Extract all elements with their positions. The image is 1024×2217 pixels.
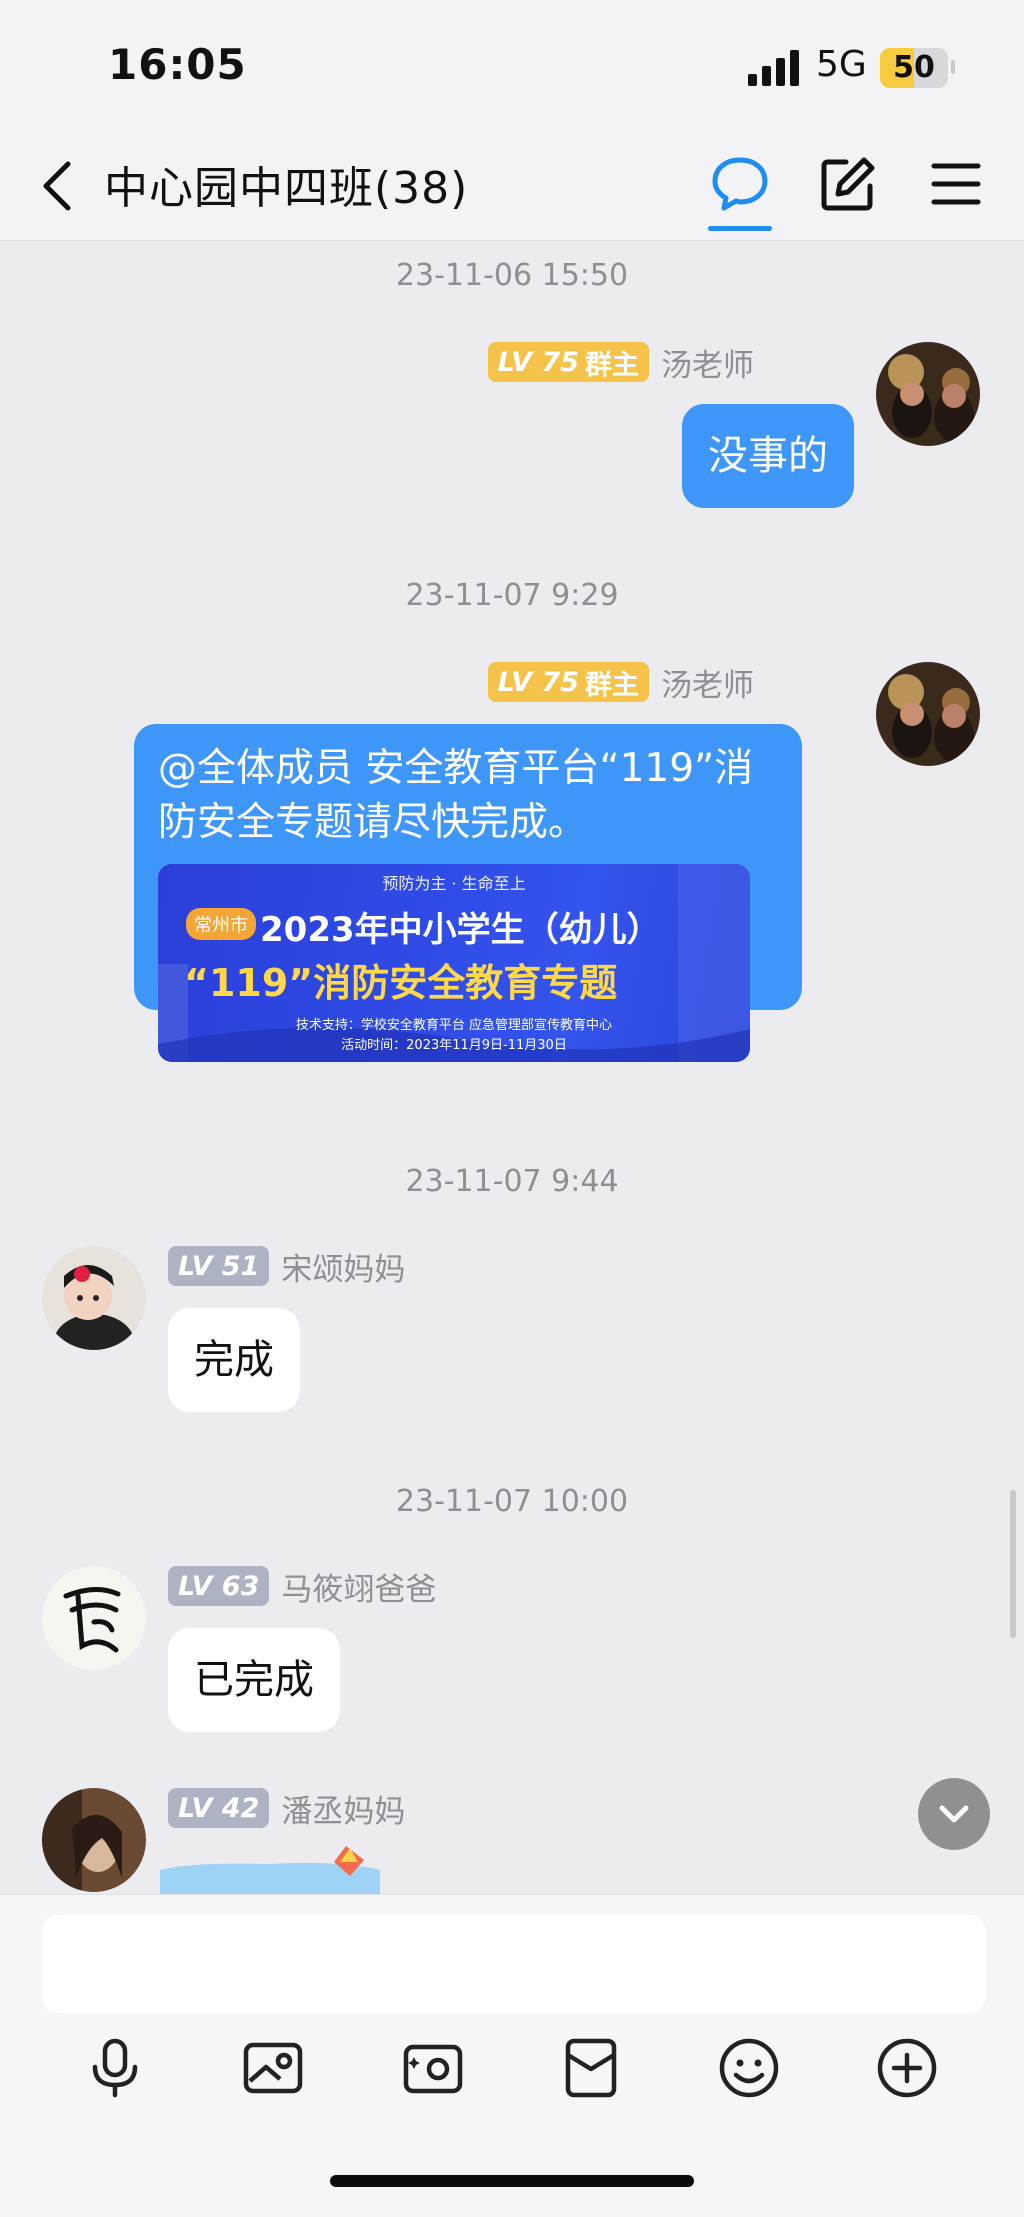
avatar[interactable] (42, 1246, 146, 1350)
home-indicator[interactable] (330, 2175, 694, 2187)
edit-icon[interactable] (816, 152, 880, 216)
level-badge: LV 51 (168, 1246, 270, 1286)
level-text: LV 42 (178, 1792, 260, 1824)
microphone-icon[interactable] (82, 2035, 148, 2101)
avatar[interactable] (876, 662, 980, 766)
sticker-image[interactable] (150, 1840, 390, 1894)
level-text: LV 75 (497, 346, 579, 378)
avatar[interactable] (42, 1788, 146, 1892)
emoji-icon[interactable] (716, 2035, 782, 2101)
scroll-to-bottom-button[interactable] (918, 1778, 990, 1850)
banner-subtitle: “119”消防安全教育专题 (184, 961, 618, 1005)
message-bubble[interactable]: 已完成 (168, 1628, 340, 1732)
banner-title: 2023年中小学生（幼儿） (260, 910, 661, 950)
message-timestamp: 23-11-07 9:44 (405, 1164, 619, 1199)
sender-name: 潘丞妈妈 (281, 1793, 406, 1830)
banner-slogan: 预防为主 · 生命至上 (382, 874, 526, 893)
sender-name: 汤老师 (661, 347, 754, 384)
chevron-down-icon (939, 1805, 969, 1823)
active-tab-indicator (708, 226, 772, 231)
sender-name: 宋颂妈妈 (281, 1251, 406, 1288)
message-bubble[interactable]: 完成 (168, 1308, 300, 1412)
role-text: 群主 (585, 669, 639, 701)
level-text: LV 63 (178, 1570, 260, 1602)
message-text-line: 防安全专题请尽快完成。 (158, 800, 588, 845)
message-bubble[interactable]: 没事的 (682, 404, 854, 508)
message-timestamp: 23-11-07 10:00 (395, 1484, 629, 1519)
message-sender-row: LV 75 群主 汤老师 (487, 342, 754, 384)
scroll-indicator[interactable] (1010, 1490, 1016, 1638)
sender-name: 汤老师 (661, 667, 754, 704)
level-text: LV 51 (178, 1250, 260, 1282)
message-sender-row: LV 63 马筱翊爸爸 (168, 1566, 437, 1608)
battery-percent: 50 (893, 50, 935, 85)
menu-icon[interactable] (924, 152, 988, 216)
message-sender-row: LV 51 宋颂妈妈 (168, 1246, 406, 1288)
level-text: LV 75 (497, 666, 579, 698)
level-badge: LV 42 (168, 1788, 270, 1828)
message-text-line: @全体成员 安全教育平台“119”消 (158, 746, 754, 791)
message-list[interactable]: 23-11-06 15:50 LV 75 群主 汤老师 没事的 23-11-07… (0, 240, 1024, 1894)
network-type: 5G (816, 44, 867, 85)
message-input[interactable] (42, 1915, 986, 2013)
shared-link-banner[interactable]: 预防为主 · 生命至上 常州市 2023年中小学生（幼儿） “119”消防安全教… (158, 864, 750, 1062)
chat-title[interactable]: 中心园中四班(38) (104, 152, 468, 216)
chat-bubble-icon[interactable] (708, 152, 772, 216)
status-time: 16:05 (108, 40, 247, 89)
banner-date-text: 活动时间：2023年11月9日-11月30日 (341, 1038, 567, 1053)
message-timestamp: 23-11-07 9:29 (405, 578, 619, 613)
status-bar: 16:05 5G 50 (0, 0, 1024, 134)
banner-city-tag: 常州市 (186, 908, 256, 940)
signal-icon (748, 50, 799, 86)
banner-support-text: 技术支持：学校安全教育平台 应急管理部宣传教育中心 (295, 1018, 613, 1033)
camera-icon[interactable] (400, 2035, 466, 2101)
role-text: 群主 (585, 349, 639, 381)
red-packet-icon[interactable] (558, 2035, 624, 2101)
avatar[interactable] (42, 1566, 146, 1670)
avatar[interactable] (876, 342, 980, 446)
nav-bar: 中心园中四班(38) (0, 134, 1024, 241)
message-sender-row: LV 75 群主 汤老师 (487, 662, 754, 704)
level-badge: LV 75 群主 (487, 342, 649, 382)
back-icon[interactable] (34, 154, 84, 218)
sender-name: 马筱翊爸爸 (281, 1571, 437, 1608)
battery-icon: 50 (880, 48, 948, 88)
battery-tip (951, 60, 955, 74)
message-timestamp: 23-11-06 15:50 (395, 258, 629, 293)
level-badge: LV 75 群主 (487, 662, 649, 702)
input-bar (0, 1894, 1024, 2217)
message-sender-row: LV 42 潘丞妈妈 (168, 1788, 406, 1830)
plus-icon[interactable] (874, 2035, 940, 2101)
level-badge: LV 63 (168, 1566, 270, 1606)
image-icon[interactable] (240, 2035, 306, 2101)
